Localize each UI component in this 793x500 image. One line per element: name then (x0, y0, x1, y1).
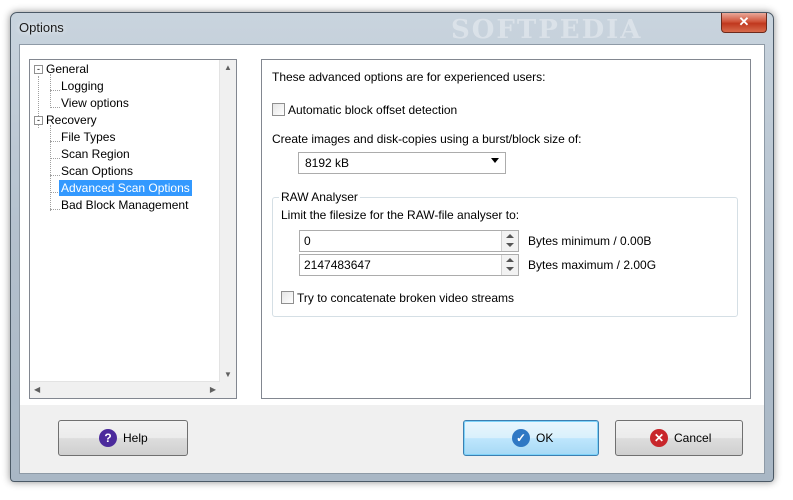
max-size-readout: Bytes maximum / 2.00G (528, 258, 657, 272)
spin-down-icon[interactable] (506, 243, 514, 247)
tree-item-scan-options[interactable]: Scan Options (61, 163, 133, 179)
spin-down-icon[interactable] (506, 267, 514, 271)
tree-line (50, 125, 51, 211)
collapse-icon[interactable]: - (34, 116, 43, 125)
tree-line (50, 74, 51, 108)
window-title: Options (19, 20, 64, 35)
tree-line (50, 209, 60, 210)
min-size-readout: Bytes minimum / 0.00B (528, 234, 652, 248)
tree-line (50, 175, 60, 176)
intro-text: These advanced options are for experienc… (272, 70, 546, 84)
collapse-icon[interactable]: - (34, 65, 43, 74)
concat-video-checkbox[interactable] (281, 291, 294, 304)
close-icon: ✕ (738, 14, 750, 29)
options-window: Options SOFTPEDIA ✕ - General Logging Vi… (10, 12, 774, 482)
cancel-icon: ✕ (650, 429, 668, 447)
watermark: SOFTPEDIA (451, 15, 643, 45)
tree-item-advanced-scan-options[interactable]: Advanced Scan Options (59, 180, 192, 196)
burst-size-label: Create images and disk-copies using a bu… (272, 132, 582, 146)
chevron-down-icon (491, 158, 499, 163)
button-bar: ? Help ✓ OK ✕ Cancel (19, 405, 765, 474)
cancel-button[interactable]: ✕ Cancel (615, 420, 743, 456)
tree-item-general[interactable]: General (46, 61, 89, 77)
scroll-down-icon[interactable]: ▼ (224, 370, 232, 379)
auto-block-offset-checkbox[interactable] (272, 103, 285, 116)
tree-horizontal-scrollbar[interactable]: ◀ ▶ (30, 381, 220, 398)
scroll-right-icon[interactable]: ▶ (210, 385, 216, 394)
tree-line (50, 141, 60, 142)
scrollbar-corner (220, 382, 236, 398)
tree-line (50, 90, 60, 91)
min-size-spin-buttons[interactable] (501, 231, 518, 251)
raw-analyser-title: RAW Analyser (279, 190, 360, 204)
options-tree[interactable]: - General Logging View options - Recover… (29, 59, 237, 399)
close-button[interactable]: ✕ (721, 13, 767, 33)
max-size-value[interactable]: 2147483647 (304, 258, 371, 272)
tree-item-scan-region[interactable]: Scan Region (61, 146, 130, 162)
tree-item-view-options[interactable]: View options (61, 95, 129, 111)
tree-item-recovery[interactable]: Recovery (46, 112, 97, 128)
min-size-spinner[interactable]: 0 (299, 230, 519, 252)
spin-up-icon[interactable] (506, 258, 514, 262)
check-icon: ✓ (512, 429, 530, 447)
tree-vertical-scrollbar[interactable]: ▲ ▼ (219, 60, 236, 382)
help-icon: ? (99, 429, 117, 447)
concat-video-label[interactable]: Try to concatenate broken video streams (297, 291, 514, 305)
tree-line (50, 107, 60, 108)
tree-line (50, 158, 60, 159)
tree-item-logging[interactable]: Logging (61, 78, 104, 94)
min-size-value[interactable]: 0 (304, 234, 311, 248)
ok-button[interactable]: ✓ OK (463, 420, 599, 456)
burst-size-select[interactable]: 8192 kB (298, 152, 506, 174)
auto-block-offset-label[interactable]: Automatic block offset detection (288, 103, 457, 117)
help-button[interactable]: ? Help (58, 420, 188, 456)
max-size-spinner[interactable]: 2147483647 (299, 254, 519, 276)
title-bar[interactable]: Options SOFTPEDIA ✕ (11, 13, 773, 45)
ok-button-label: OK (536, 431, 554, 445)
cancel-button-label: Cancel (674, 431, 712, 445)
raw-analyser-group: RAW Analyser Limit the filesize for the … (272, 190, 738, 317)
tree-items: - General Logging View options - Recover… (30, 60, 220, 378)
spin-up-icon[interactable] (506, 234, 514, 238)
help-button-label: Help (123, 431, 148, 445)
advanced-scan-options-panel: These advanced options are for experienc… (261, 59, 751, 399)
tree-item-file-types[interactable]: File Types (61, 129, 115, 145)
tree-item-bad-block-management[interactable]: Bad Block Management (61, 197, 188, 213)
raw-limit-label: Limit the filesize for the RAW-file anal… (281, 208, 520, 222)
scroll-left-icon[interactable]: ◀ (34, 385, 40, 394)
burst-size-value: 8192 kB (305, 156, 350, 170)
dialog-body: - General Logging View options - Recover… (19, 44, 765, 406)
max-size-spin-buttons[interactable] (501, 255, 518, 275)
scroll-up-icon[interactable]: ▲ (224, 63, 232, 72)
